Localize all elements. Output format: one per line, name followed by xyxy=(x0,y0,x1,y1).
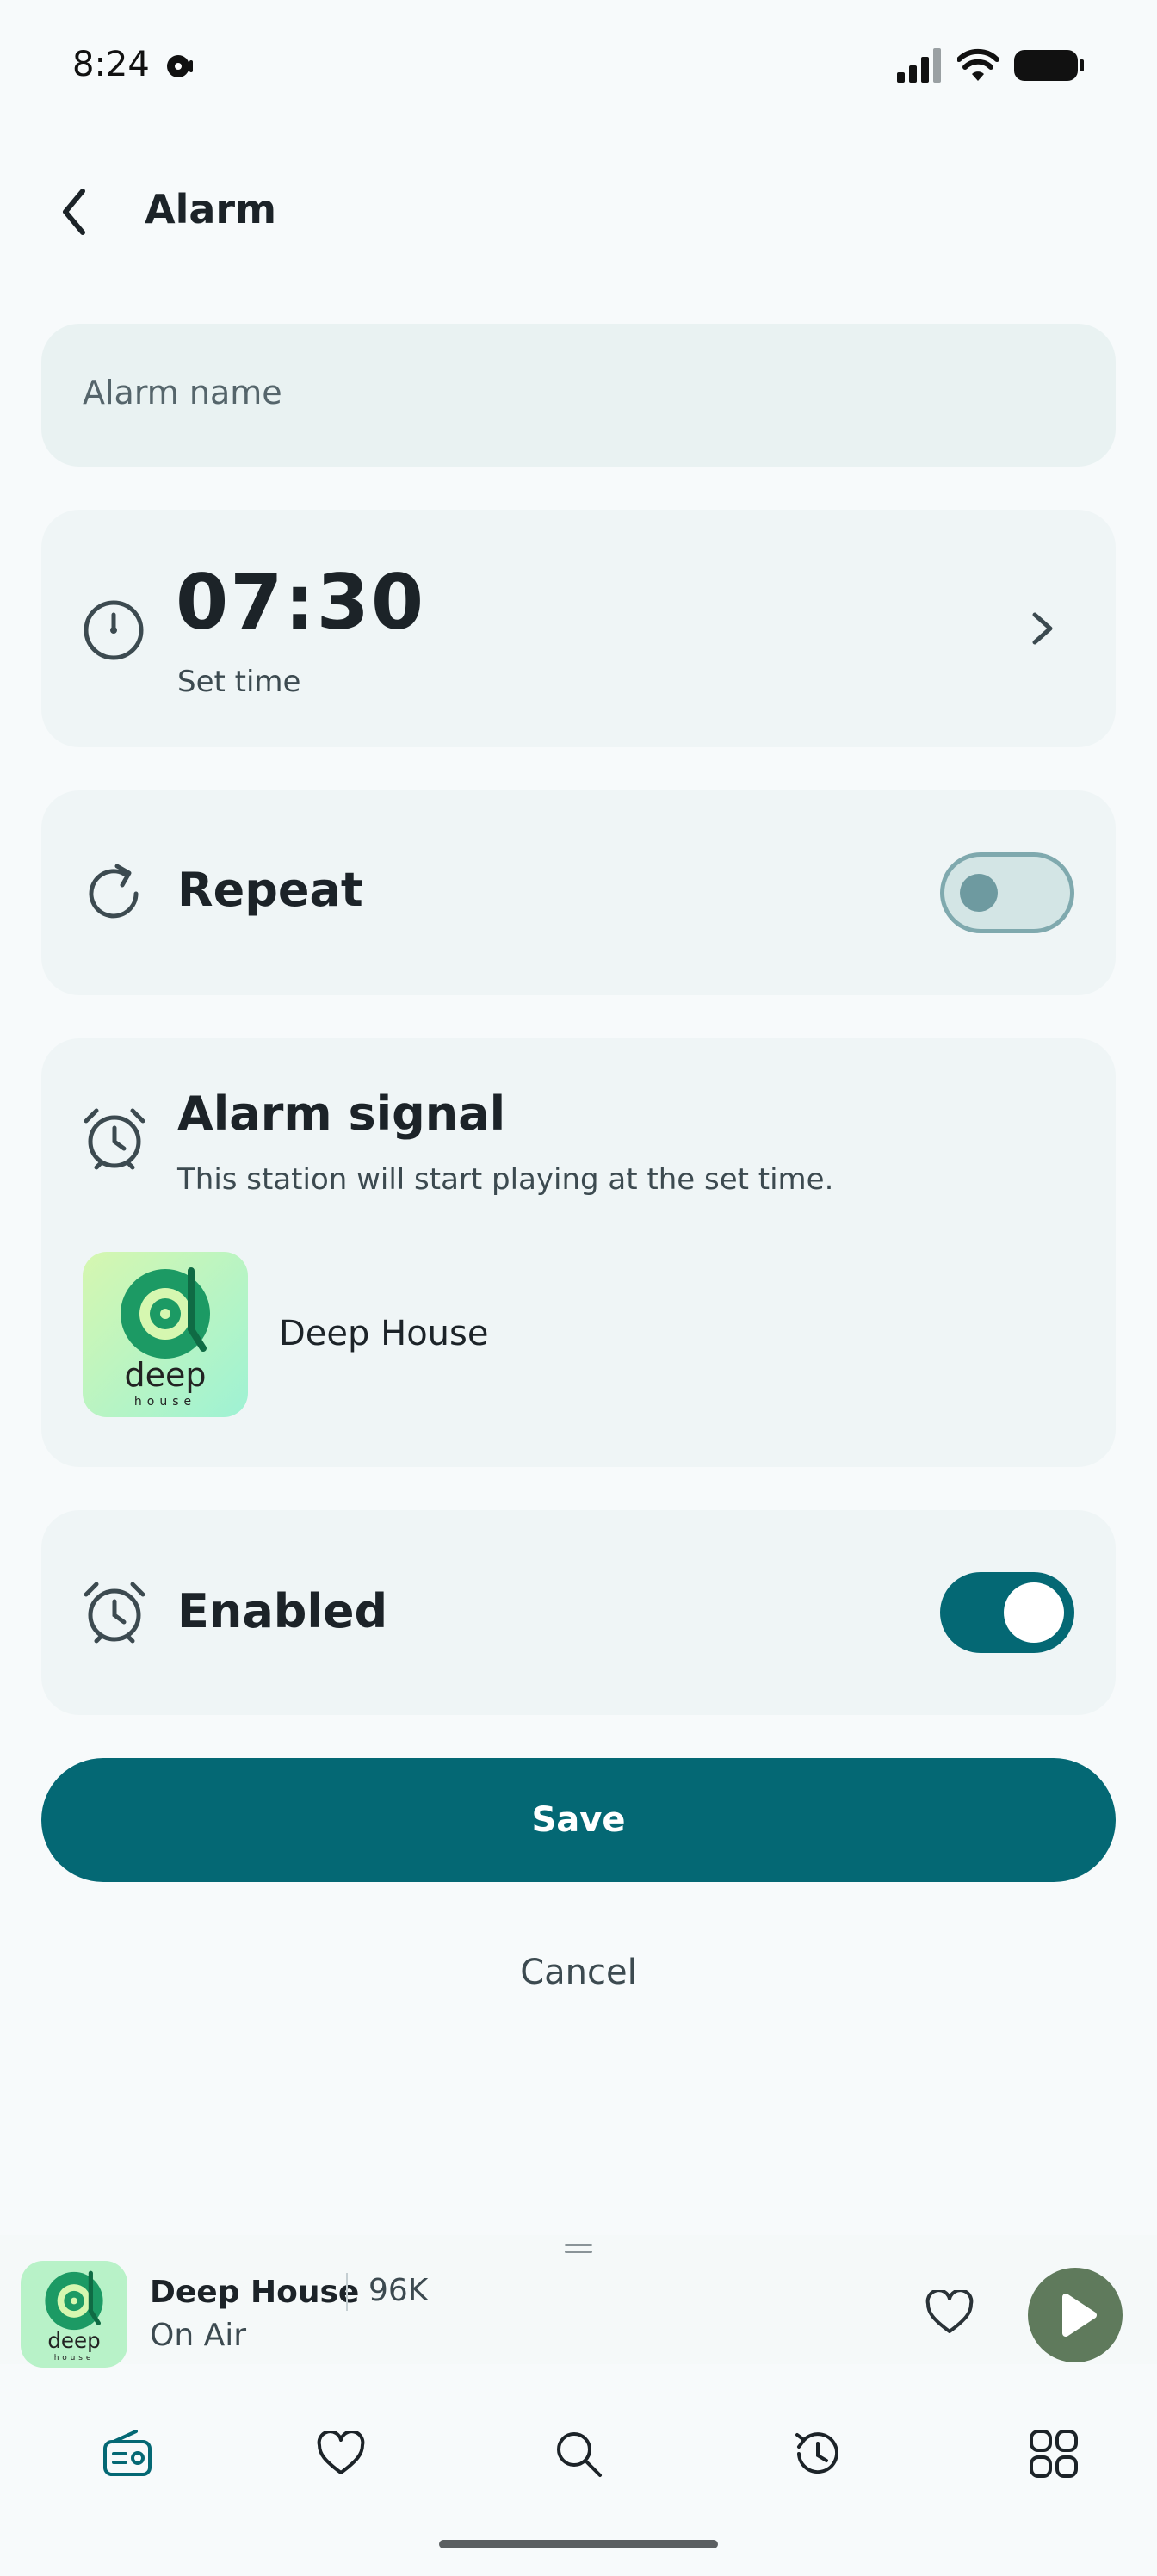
nav-radio[interactable] xyxy=(84,2411,170,2497)
clock-icon xyxy=(84,600,144,660)
play-button[interactable] xyxy=(1028,2268,1123,2362)
mini-logo-text: deep xyxy=(47,2328,100,2353)
bottom-navigation xyxy=(0,2411,1157,2497)
search-icon xyxy=(557,2432,602,2477)
mini-player-logo: deep house xyxy=(21,2261,127,2368)
enabled-label: Enabled xyxy=(177,1584,388,1638)
grid-icon xyxy=(1030,2430,1078,2478)
divider xyxy=(346,2273,348,2311)
nav-favorites[interactable] xyxy=(298,2411,384,2497)
station-name[interactable]: Deep House xyxy=(279,1314,488,1353)
page-title: Alarm xyxy=(145,186,277,232)
battery-icon xyxy=(1014,50,1084,81)
alarm-name-placeholder: Alarm name xyxy=(83,374,282,412)
repeat-toggle[interactable] xyxy=(940,852,1074,933)
repeat-label: Repeat xyxy=(177,863,363,917)
status-time: 8:24 xyxy=(72,45,150,84)
status-icons xyxy=(897,46,1085,84)
mini-logo-subtext: house xyxy=(54,2354,95,2362)
cancel-button[interactable]: Cancel xyxy=(0,1953,1157,1992)
home-indicator[interactable] xyxy=(439,2540,718,2548)
station-logo[interactable]: deep house xyxy=(83,1252,248,1417)
enabled-toggle[interactable] xyxy=(940,1572,1074,1653)
chevron-right-icon xyxy=(1032,612,1053,645)
repeat-toggle-knob xyxy=(960,874,998,912)
signal-icon xyxy=(897,48,941,83)
logo-subtext: house xyxy=(134,1395,196,1409)
heart-icon xyxy=(317,2431,365,2474)
notification-icon xyxy=(167,55,193,77)
heart-icon[interactable] xyxy=(925,2290,974,2335)
history-icon xyxy=(795,2432,838,2474)
set-time-label: Set time xyxy=(177,665,301,699)
repeat-icon xyxy=(89,864,139,919)
logo-text: deep xyxy=(125,1356,207,1394)
save-button[interactable]: Save xyxy=(41,1758,1116,1882)
radio-icon xyxy=(103,2430,152,2476)
alarm-name-input[interactable]: Alarm name xyxy=(41,324,1116,467)
play-icon xyxy=(1062,2294,1097,2337)
drag-handle-icon[interactable] xyxy=(565,2242,592,2256)
alarm-clock-icon xyxy=(84,1582,145,1644)
listener-count: 96K xyxy=(368,2273,429,2308)
alarm-signal-description: This station will start playing at the s… xyxy=(177,1162,834,1197)
nav-history[interactable] xyxy=(773,2411,859,2497)
alarm-time-value: 07:30 xyxy=(176,558,426,647)
enabled-toggle-knob xyxy=(1004,1582,1064,1643)
nav-search[interactable] xyxy=(535,2411,622,2497)
mini-player-status: On Air xyxy=(150,2318,247,2353)
alarm-signal-title: Alarm signal xyxy=(177,1087,506,1141)
wifi-icon xyxy=(957,48,999,81)
nav-more[interactable] xyxy=(1011,2411,1097,2497)
back-arrow-icon[interactable] xyxy=(53,183,95,241)
deep-house-logo-icon: deep house xyxy=(83,1252,248,1417)
mini-player-title: Deep House xyxy=(150,2275,360,2310)
alarm-clock-icon xyxy=(84,1108,145,1170)
deep-house-logo-icon: deep house xyxy=(21,2261,127,2368)
